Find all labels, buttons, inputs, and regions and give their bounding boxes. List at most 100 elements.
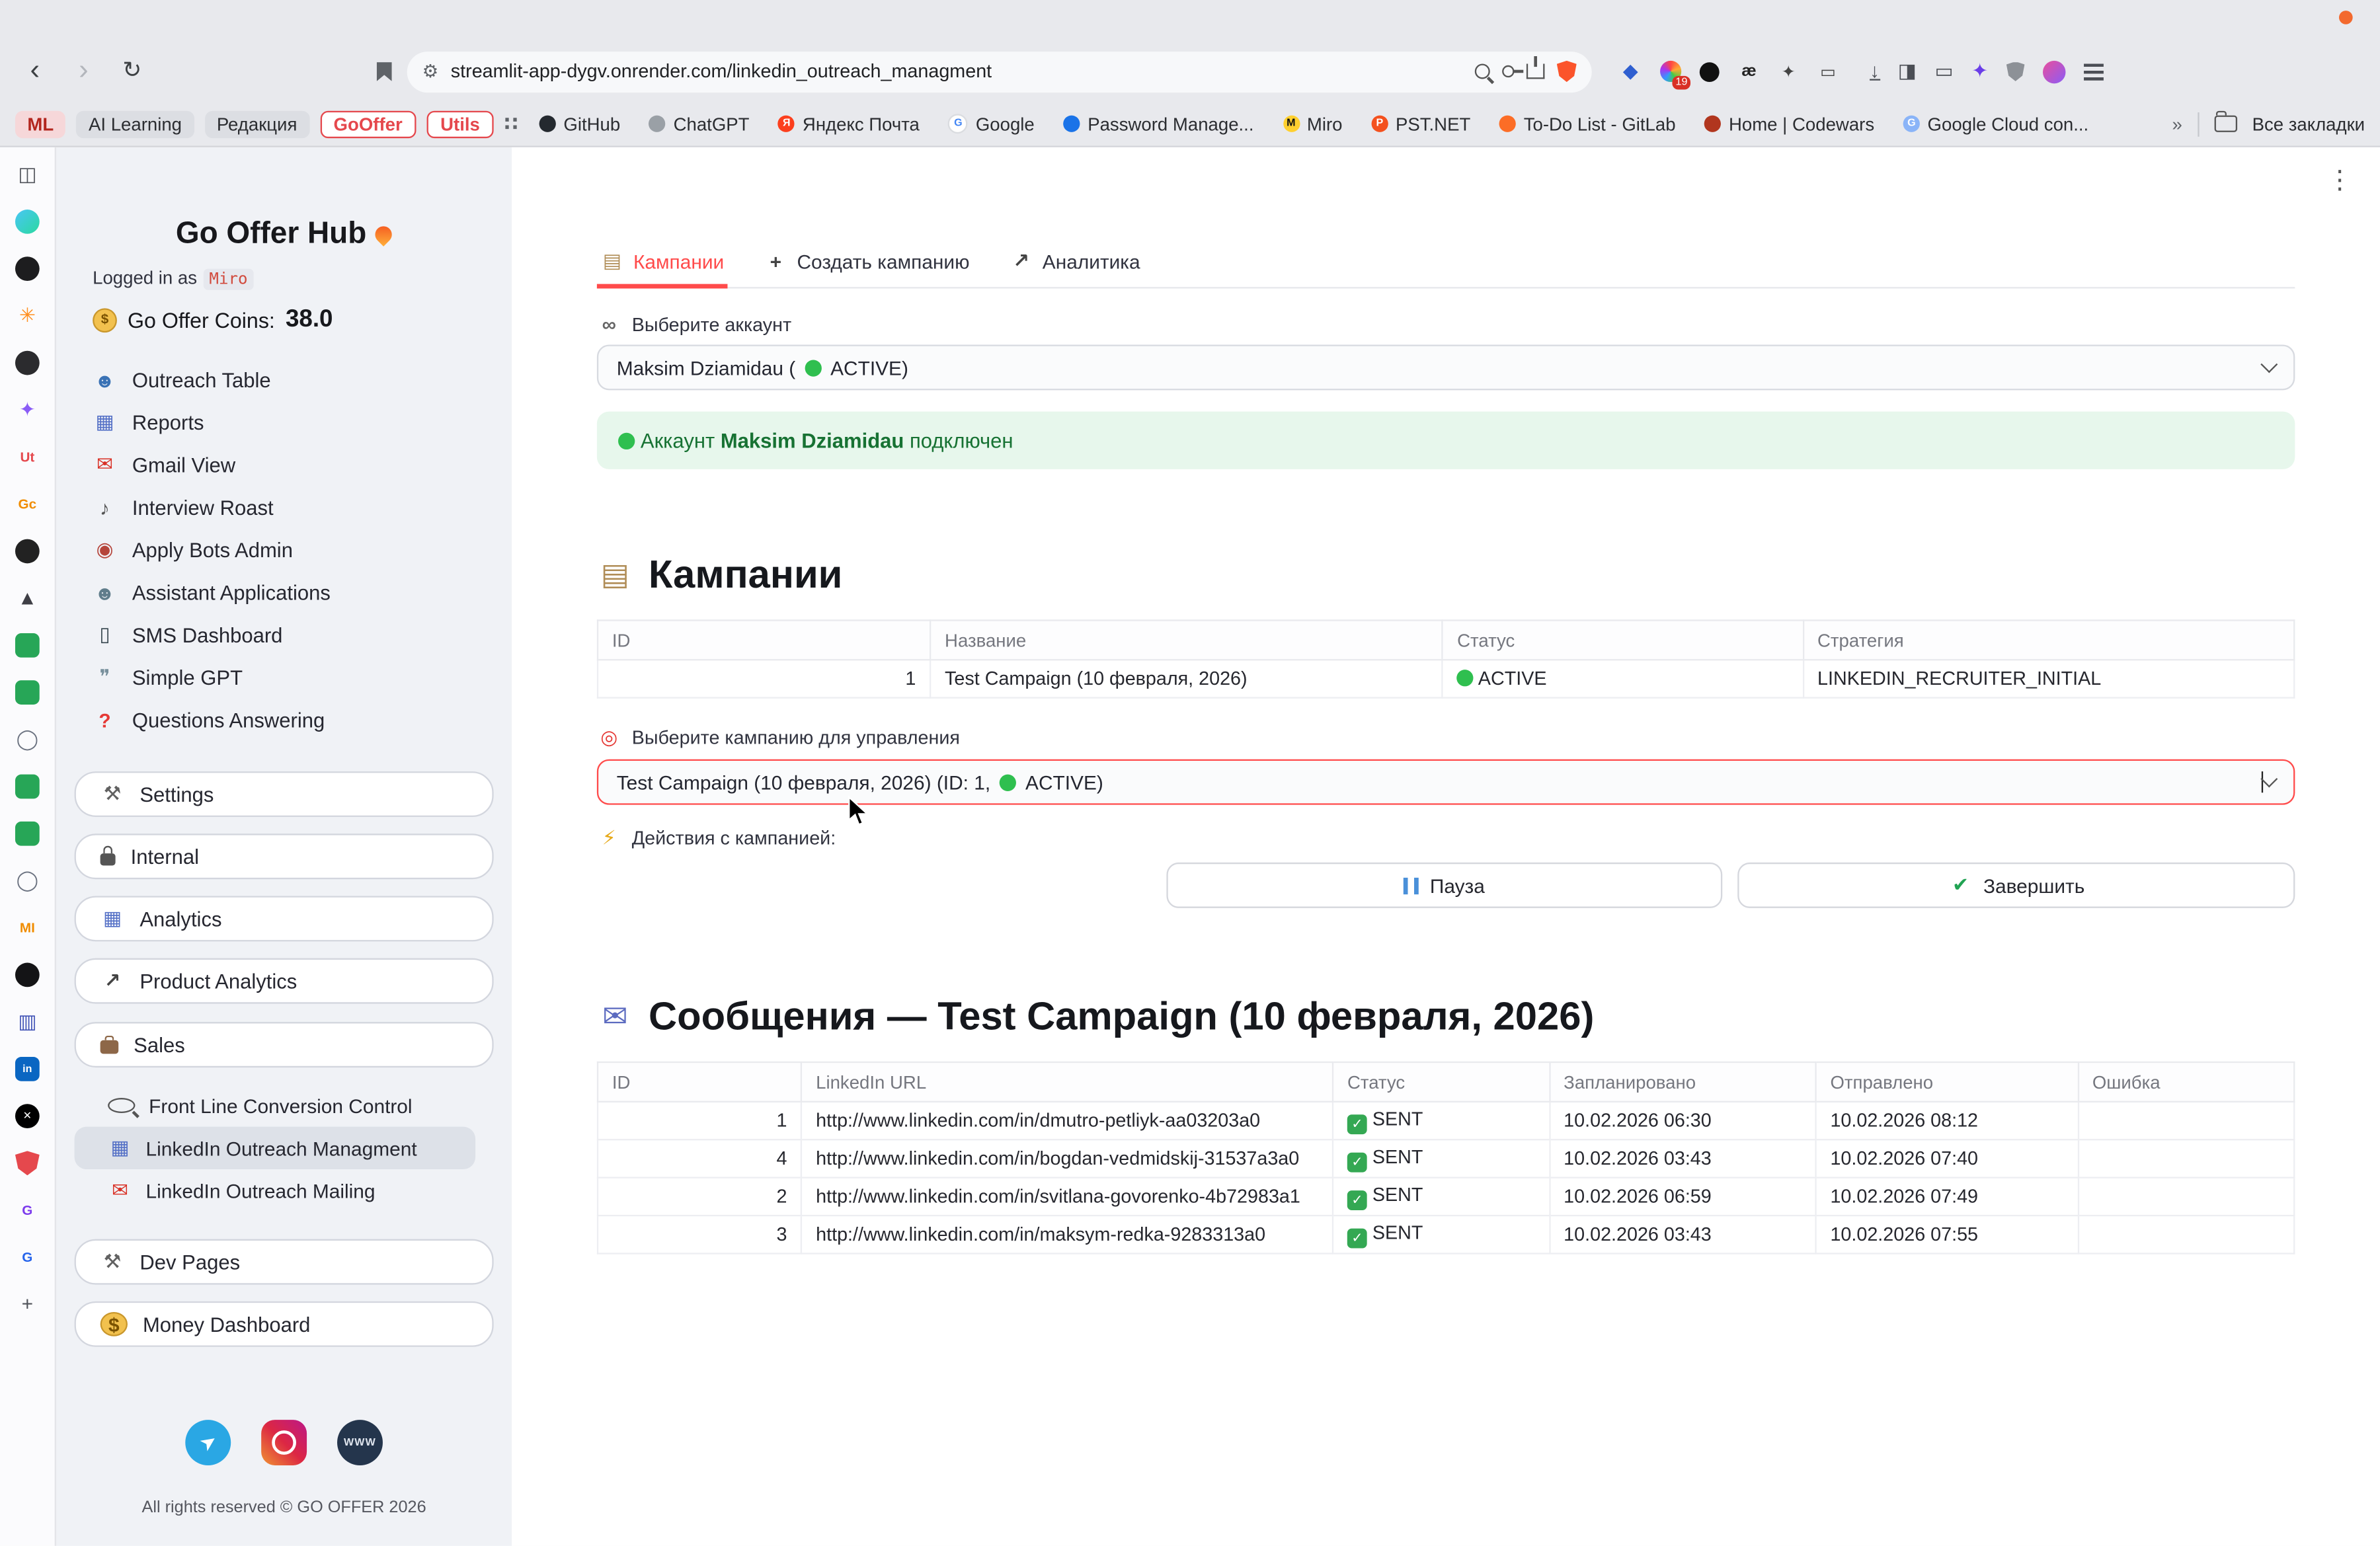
extension-rainbow-icon[interactable]: 19 bbox=[1659, 60, 1681, 83]
telegram-icon[interactable] bbox=[185, 1420, 231, 1465]
bookmark-item[interactable]: To-Do List - GitLab bbox=[1490, 110, 1685, 137]
cell[interactable]: 10.02.2026 03:43 bbox=[1549, 1216, 1815, 1253]
workspace-app-dark-3[interactable] bbox=[15, 963, 40, 987]
workspace-app-green-2[interactable] bbox=[15, 680, 40, 705]
brave-shield-icon[interactable] bbox=[1557, 61, 1577, 82]
extension-gem-icon[interactable]: ◆ bbox=[1619, 60, 1642, 83]
table-row[interactable]: 2http://www.linkedin.com/in/svitlana-gov… bbox=[598, 1178, 2294, 1216]
cell[interactable]: 1 bbox=[598, 660, 930, 697]
all-bookmarks-label[interactable]: Все закладки bbox=[2252, 113, 2365, 134]
sidebar-button-dev-pages[interactable]: ⚒Dev Pages bbox=[75, 1239, 494, 1285]
table-row[interactable]: 1http://www.linkedin.com/in/dmutro-petli… bbox=[598, 1102, 2294, 1140]
cell[interactable]: 10.02.2026 03:43 bbox=[1549, 1140, 1815, 1177]
bookmark-item[interactable]: GoOffer bbox=[320, 110, 416, 137]
cell[interactable]: ✓ SENT bbox=[1333, 1102, 1549, 1140]
workspace-app-shield[interactable] bbox=[15, 1151, 40, 1175]
table-row[interactable]: 4http://www.linkedin.com/in/bogdan-vedmi… bbox=[598, 1140, 2294, 1177]
privacy-shield-icon[interactable] bbox=[2006, 61, 2025, 81]
bookmarks-grid-icon[interactable]: ∷ bbox=[504, 112, 520, 136]
cell[interactable]: 10.02.2026 06:30 bbox=[1549, 1102, 1815, 1140]
cell[interactable]: 3 bbox=[598, 1216, 801, 1253]
bookmark-item[interactable]: Редакция bbox=[205, 110, 309, 137]
column-header[interactable]: Ошибка bbox=[2078, 1062, 2294, 1102]
workspace-app-ring-2[interactable]: ◯ bbox=[17, 869, 38, 893]
cell[interactable]: 4 bbox=[598, 1140, 801, 1177]
panel-toggle[interactable]: ◫ bbox=[18, 163, 36, 187]
cell[interactable]: Test Campaign (10 февраля, 2026) bbox=[930, 660, 1443, 697]
cell[interactable] bbox=[2078, 1178, 2294, 1216]
cell[interactable]: 2 bbox=[598, 1178, 801, 1216]
website-globe-icon[interactable]: WWW bbox=[337, 1420, 383, 1465]
account-select[interactable]: Maksim Dziamidau ( ACTIVE) bbox=[597, 345, 2295, 391]
workspace-app-book[interactable]: ▥ bbox=[18, 1010, 36, 1034]
extension-dark-icon[interactable] bbox=[1698, 60, 1720, 83]
sidebar-item-questions-answering[interactable]: ?Questions Answering bbox=[56, 699, 512, 741]
zoom-icon[interactable] bbox=[1475, 63, 1490, 79]
sidebar-item-simple-gpt[interactable]: ❞Simple GPT bbox=[56, 656, 512, 698]
sidebar-button-product-analytics[interactable]: ↗Product Analytics bbox=[75, 958, 494, 1004]
workspace-app-green-4[interactable] bbox=[15, 822, 40, 846]
tab-создать-кампанию[interactable]: +Создать кампанию bbox=[760, 245, 972, 289]
column-header[interactable]: LinkedIn URL bbox=[801, 1062, 1333, 1102]
bookmark-item[interactable]: Home | Codewars bbox=[1695, 110, 1883, 137]
side-panel-icon[interactable]: ◨ bbox=[1898, 59, 1917, 84]
column-header[interactable]: Отправлено bbox=[1816, 1062, 2078, 1102]
sidebar-item-reports[interactable]: ▦Reports bbox=[56, 401, 512, 444]
bookmark-item[interactable]: MMiro bbox=[1273, 110, 1351, 137]
sidebar-item-front-line-conversion-control[interactable]: Front Line Conversion Control bbox=[75, 1084, 476, 1126]
sidebar-item-gmail-view[interactable]: ✉Gmail View bbox=[56, 444, 512, 486]
new-panel[interactable]: + bbox=[22, 1292, 33, 1317]
sidebar-item-sms-dashboard[interactable]: ▯SMS Dashboard bbox=[56, 613, 512, 656]
column-header[interactable]: Запланировано bbox=[1549, 1062, 1815, 1102]
cell[interactable] bbox=[2078, 1140, 2294, 1177]
workspace-app-dark-1[interactable] bbox=[15, 256, 40, 281]
bookmarks-overflow-icon[interactable]: » bbox=[2172, 113, 2182, 134]
workspace-app-sparkle[interactable]: ✦ bbox=[19, 398, 36, 422]
column-header[interactable]: ID bbox=[598, 1062, 801, 1102]
workspace-app-linkedin[interactable]: in bbox=[15, 1057, 40, 1081]
cell[interactable]: ✓ SENT bbox=[1333, 1216, 1549, 1253]
profile-avatar[interactable] bbox=[2043, 60, 2065, 83]
workspace-app-peak[interactable]: ▲ bbox=[18, 586, 38, 611]
cell[interactable]: 10.02.2026 06:59 bbox=[1549, 1178, 1815, 1216]
reload-icon[interactable]: ↻ bbox=[116, 55, 149, 89]
sidebar-button-settings[interactable]: ⚒Settings bbox=[75, 771, 494, 817]
sidebar-item-outreach-table[interactable]: ☻Outreach Table bbox=[56, 358, 512, 401]
forward-icon[interactable]: › bbox=[67, 55, 100, 89]
sidebar-item-linkedin-outreach-managment[interactable]: ▦LinkedIn Outreach Managment bbox=[75, 1127, 476, 1169]
bookmark-item[interactable]: Password Manage... bbox=[1054, 110, 1263, 137]
cell[interactable] bbox=[2078, 1102, 2294, 1140]
table-row[interactable]: 3http://www.linkedin.com/in/maksym-redka… bbox=[598, 1216, 2294, 1253]
workspace-app-dot[interactable] bbox=[15, 539, 40, 564]
tab-кампании[interactable]: ▤Кампании bbox=[597, 245, 727, 289]
workspace-app-asterisk[interactable]: ✳ bbox=[19, 303, 36, 328]
sidebar-item-linkedin-outreach-mailing[interactable]: ✉LinkedIn Outreach Mailing bbox=[75, 1169, 476, 1212]
workspace-app-g-purple[interactable]: G bbox=[22, 1198, 32, 1223]
password-key-icon[interactable] bbox=[1502, 65, 1514, 77]
sidebar-item-sales[interactable]: Sales bbox=[75, 1022, 494, 1067]
tab-аналитика[interactable]: ↗Аналитика bbox=[1006, 245, 1144, 289]
workspace-app-colorful[interactable] bbox=[15, 210, 40, 234]
finish-button[interactable]: ✔Завершить bbox=[1738, 863, 2295, 908]
cell[interactable]: 10.02.2026 07:49 bbox=[1816, 1178, 2078, 1216]
bookmark-item[interactable]: PPST.NET bbox=[1362, 110, 1480, 137]
all-bookmarks-folder-icon[interactable] bbox=[2214, 116, 2237, 132]
cell[interactable]: http://www.linkedin.com/in/maksym-redka-… bbox=[801, 1216, 1333, 1253]
cell[interactable]: http://www.linkedin.com/in/dmutro-petliy… bbox=[801, 1102, 1333, 1140]
cell[interactable]: http://www.linkedin.com/in/bogdan-vedmid… bbox=[801, 1140, 1333, 1177]
workspace-tab-gc[interactable]: Gc bbox=[19, 492, 37, 516]
cell[interactable]: ✓ SENT bbox=[1333, 1140, 1549, 1177]
column-header[interactable]: Статус bbox=[1333, 1062, 1549, 1102]
cell[interactable]: ACTIVE bbox=[1443, 660, 1803, 697]
bookmark-item[interactable]: ChatGPT bbox=[640, 110, 758, 137]
cell[interactable]: LINKEDIN_RECRUITER_INITIAL bbox=[1803, 660, 2294, 697]
back-icon[interactable]: ‹ bbox=[19, 55, 52, 89]
url-text[interactable]: streamlit-app-dygv.onrender.com/linkedin… bbox=[451, 61, 1463, 82]
table-row[interactable]: 1Test Campaign (10 февраля, 2026) ACTIVE… bbox=[598, 660, 2294, 697]
extension-sparkle-icon[interactable]: ✦ bbox=[1777, 60, 1800, 83]
column-header[interactable]: Стратегия bbox=[1803, 620, 2294, 660]
workspace-app-g-blue[interactable]: G bbox=[22, 1245, 32, 1270]
column-header[interactable]: Название bbox=[930, 620, 1443, 660]
sidebar-item-apply-bots-admin[interactable]: ◉Apply Bots Admin bbox=[56, 528, 512, 570]
downloads-icon[interactable]: ↓ bbox=[1870, 62, 1880, 81]
